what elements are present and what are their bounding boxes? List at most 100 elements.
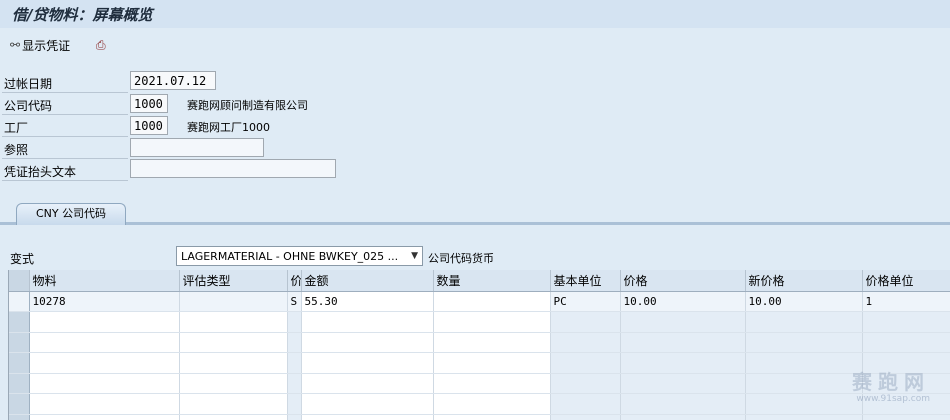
material-cell[interactable] bbox=[29, 352, 180, 374]
column-header[interactable]: 物料 bbox=[29, 270, 180, 292]
valuation-type-cell[interactable] bbox=[179, 311, 288, 333]
plant-label: 工厂 bbox=[4, 121, 29, 135]
new-price-cell bbox=[745, 373, 863, 394]
quantity-cell[interactable] bbox=[433, 352, 551, 374]
price-control-cell[interactable] bbox=[287, 332, 302, 353]
material-cell[interactable] bbox=[29, 393, 180, 415]
plant-underline bbox=[2, 136, 128, 137]
base-unit-cell bbox=[550, 332, 621, 353]
row-selector-header[interactable] bbox=[9, 270, 30, 292]
price-control-cell[interactable] bbox=[287, 393, 302, 415]
column-header[interactable]: 新价格 bbox=[745, 270, 863, 292]
price-cell bbox=[620, 414, 746, 420]
base-unit-cell bbox=[550, 352, 621, 374]
new-price-cell bbox=[745, 311, 863, 333]
posting-date-field[interactable]: 2021.07.12 bbox=[130, 71, 216, 90]
show-document-button[interactable]: ⚯ 显示凭证 bbox=[10, 35, 70, 55]
watermark-url: www.91sap.com bbox=[856, 394, 930, 404]
price-control-cell[interactable]: S bbox=[287, 291, 302, 312]
table-row bbox=[9, 352, 950, 374]
quantity-cell[interactable] bbox=[433, 332, 551, 353]
header-text-label: 凭证抬头文本 bbox=[4, 165, 77, 179]
price-control-cell[interactable] bbox=[287, 414, 302, 420]
amount-cell[interactable] bbox=[301, 332, 434, 353]
row-selector[interactable] bbox=[9, 393, 30, 415]
amount-cell[interactable] bbox=[301, 311, 434, 333]
price-cell bbox=[620, 352, 746, 374]
table-row: 10278 S 55.30 PC 10.00 10.00 1 bbox=[9, 291, 950, 312]
glasses-icon: ⚯ bbox=[10, 38, 21, 52]
quantity-cell[interactable] bbox=[433, 393, 551, 415]
table-row bbox=[9, 414, 950, 420]
column-header[interactable]: 价格 bbox=[620, 270, 746, 292]
row-selector[interactable] bbox=[9, 352, 30, 374]
valuation-type-cell[interactable] bbox=[179, 373, 288, 394]
quantity-cell[interactable] bbox=[433, 414, 551, 420]
amount-cell[interactable] bbox=[301, 352, 434, 374]
column-header[interactable]: 价 bbox=[287, 270, 302, 292]
plant-field[interactable]: 1000 bbox=[130, 116, 168, 135]
company-code-underline bbox=[2, 114, 128, 115]
materials-table: 物料 评估类型 价 金额 数量 基本单位 价格 新价格 价格单位 10278 S… bbox=[8, 270, 950, 420]
valuation-type-cell[interactable] bbox=[179, 291, 288, 312]
valuation-type-cell[interactable] bbox=[179, 332, 288, 353]
new-price-cell bbox=[745, 393, 863, 415]
column-header[interactable]: 数量 bbox=[433, 270, 551, 292]
new-price-cell: 10.00 bbox=[745, 291, 863, 312]
new-price-cell bbox=[745, 352, 863, 374]
header-text-field[interactable] bbox=[130, 159, 336, 178]
plant-description: 赛跑网工厂1000 bbox=[187, 121, 270, 134]
row-selector[interactable] bbox=[9, 311, 30, 333]
price-control-cell[interactable] bbox=[287, 311, 302, 333]
price-cell bbox=[620, 332, 746, 353]
base-unit-cell: PC bbox=[550, 291, 621, 312]
reference-label: 参照 bbox=[4, 143, 29, 157]
material-cell[interactable] bbox=[29, 373, 180, 394]
quantity-cell[interactable] bbox=[433, 291, 551, 312]
material-cell[interactable] bbox=[29, 311, 180, 333]
base-unit-cell bbox=[550, 311, 621, 333]
price-control-cell[interactable] bbox=[287, 373, 302, 394]
price-cell bbox=[620, 373, 746, 394]
price-unit-cell: 1 bbox=[862, 291, 950, 312]
company-code-field[interactable]: 1000 bbox=[130, 94, 168, 113]
material-cell[interactable] bbox=[29, 414, 180, 420]
row-selector[interactable] bbox=[9, 373, 30, 394]
print-button[interactable]: ⎙ bbox=[96, 35, 108, 55]
new-price-cell bbox=[745, 414, 863, 420]
company-code-label: 公司代码 bbox=[4, 99, 53, 113]
table-header-row: 物料 评估类型 价 金额 数量 基本单位 价格 新价格 价格单位 bbox=[9, 270, 950, 292]
valuation-type-cell[interactable] bbox=[179, 414, 288, 420]
tab-cny-company-code[interactable]: CNY 公司代码 bbox=[16, 203, 126, 225]
column-header[interactable]: 金额 bbox=[301, 270, 434, 292]
reference-field[interactable] bbox=[130, 138, 264, 157]
row-selector[interactable] bbox=[9, 332, 30, 353]
price-cell bbox=[620, 393, 746, 415]
row-selector[interactable] bbox=[9, 414, 30, 420]
table-row bbox=[9, 332, 950, 353]
amount-cell[interactable] bbox=[301, 414, 434, 420]
base-unit-cell bbox=[550, 393, 621, 415]
chevron-down-icon[interactable]: ▼ bbox=[411, 251, 418, 261]
row-selector[interactable] bbox=[9, 291, 30, 312]
quantity-cell[interactable] bbox=[433, 311, 551, 333]
variant-dropdown[interactable]: LAGERMATERIAL - OHNE BWKEY_025 ... ▼ bbox=[176, 246, 423, 266]
variant-selected-value: LAGERMATERIAL - OHNE BWKEY_025 ... bbox=[181, 249, 399, 263]
quantity-cell[interactable] bbox=[433, 373, 551, 394]
column-header[interactable]: 价格单位 bbox=[862, 270, 950, 292]
column-header[interactable]: 评估类型 bbox=[179, 270, 288, 292]
price-unit-cell bbox=[862, 311, 950, 333]
valuation-type-cell[interactable] bbox=[179, 393, 288, 415]
material-cell[interactable]: 10278 bbox=[29, 291, 180, 312]
variant-currency-note: 公司代码货币 bbox=[428, 252, 494, 265]
amount-cell[interactable] bbox=[301, 393, 434, 415]
price-control-cell[interactable] bbox=[287, 352, 302, 374]
price-cell bbox=[620, 311, 746, 333]
new-price-cell bbox=[745, 332, 863, 353]
material-cell[interactable] bbox=[29, 332, 180, 353]
amount-cell[interactable] bbox=[301, 373, 434, 394]
printer-icon: ⎙ bbox=[96, 37, 106, 52]
valuation-type-cell[interactable] bbox=[179, 352, 288, 374]
amount-cell[interactable]: 55.30 bbox=[301, 291, 434, 312]
column-header[interactable]: 基本单位 bbox=[550, 270, 621, 292]
